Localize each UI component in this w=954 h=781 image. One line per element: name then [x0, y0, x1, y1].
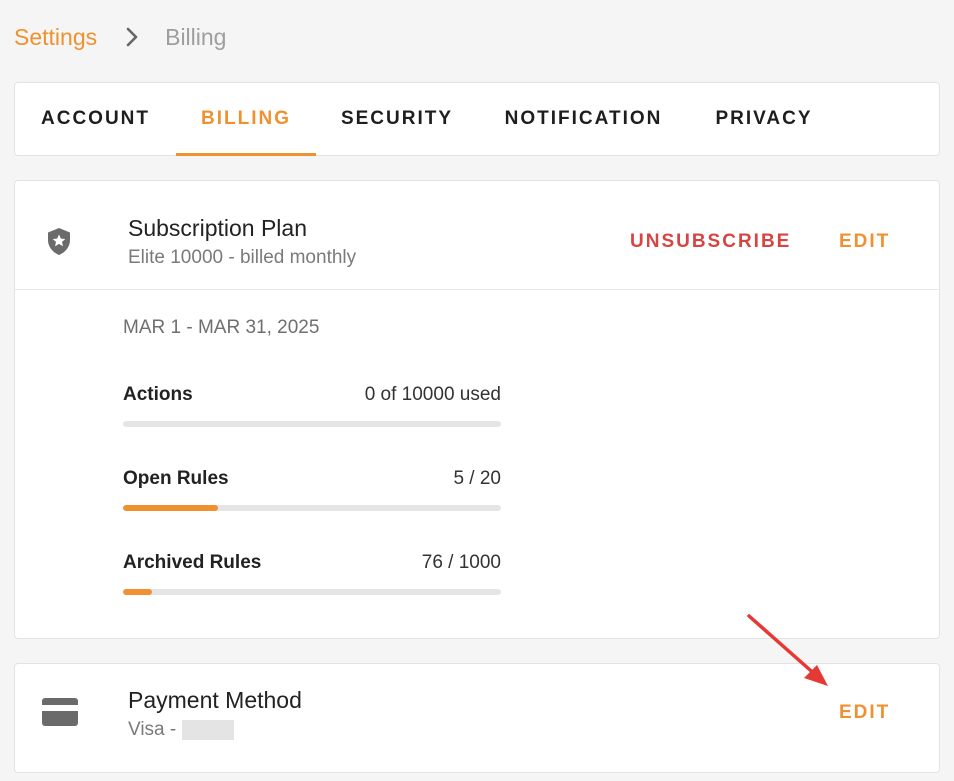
usage-progress-bar — [123, 421, 501, 427]
settings-tabs: ACCOUNT BILLING SECURITY NOTIFICATION PR… — [15, 83, 939, 156]
usage-progress-bar — [123, 589, 501, 595]
settings-tabs-card: ACCOUNT BILLING SECURITY NOTIFICATION PR… — [14, 82, 940, 156]
breadcrumb-settings-link[interactable]: Settings — [14, 24, 97, 51]
payment-method-card: Payment Method Visa - EDIT — [14, 663, 940, 773]
payment-title: Payment Method — [128, 687, 302, 713]
tab-account[interactable]: ACCOUNT — [15, 83, 176, 155]
subscription-title: Subscription Plan — [128, 215, 307, 241]
tab-notification[interactable]: NOTIFICATION — [478, 83, 689, 155]
tab-privacy-label: PRIVACY — [715, 108, 813, 129]
tab-billing[interactable]: BILLING — [176, 83, 316, 156]
usage-progress-fill — [123, 589, 152, 595]
usage-value: 0 of 10000 used — [364, 384, 501, 405]
shield-star-icon — [43, 225, 75, 257]
subscription-card: Subscription Plan Elite 10000 - billed m… — [14, 180, 940, 639]
usage-label: Open Rules — [123, 468, 229, 489]
breadcrumb-current: Billing — [165, 23, 227, 50]
subscription-header: Subscription Plan Elite 10000 - billed m… — [15, 181, 939, 290]
edit-subscription-button[interactable]: EDIT — [839, 231, 890, 253]
usage-label: Actions — [123, 384, 193, 405]
masked-card-number — [182, 720, 235, 740]
usage-progress-fill — [123, 505, 218, 511]
tab-notification-label: NOTIFICATION — [504, 108, 663, 129]
usage-label: Archived Rules — [123, 552, 262, 573]
tab-security-label: SECURITY — [340, 108, 454, 129]
tab-security[interactable]: SECURITY — [316, 83, 478, 155]
unsubscribe-button[interactable]: UNSUBSCRIBE — [630, 231, 791, 253]
billing-period: MAR 1 - MAR 31, 2025 — [123, 317, 320, 338]
usage-value: 5 / 20 — [453, 468, 501, 489]
settings-page: Settings Billing ACCOUNT BILLING SECURIT… — [0, 0, 954, 781]
payment-card-prefix: Visa - — [128, 719, 177, 740]
subscription-plan: Elite 10000 - billed monthly — [128, 247, 357, 268]
chevron-right-icon — [115, 20, 149, 54]
payment-card-info: Visa - — [128, 719, 235, 741]
tab-billing-label: BILLING — [201, 108, 291, 129]
tab-account-label: ACCOUNT — [41, 108, 150, 129]
usage-progress-bar — [123, 505, 501, 511]
edit-payment-button[interactable]: EDIT — [839, 702, 890, 724]
credit-card-icon — [41, 697, 79, 727]
breadcrumb: Settings Billing — [14, 20, 226, 54]
usage-value: 76 / 1000 — [421, 552, 501, 573]
tab-privacy[interactable]: PRIVACY — [689, 83, 839, 155]
